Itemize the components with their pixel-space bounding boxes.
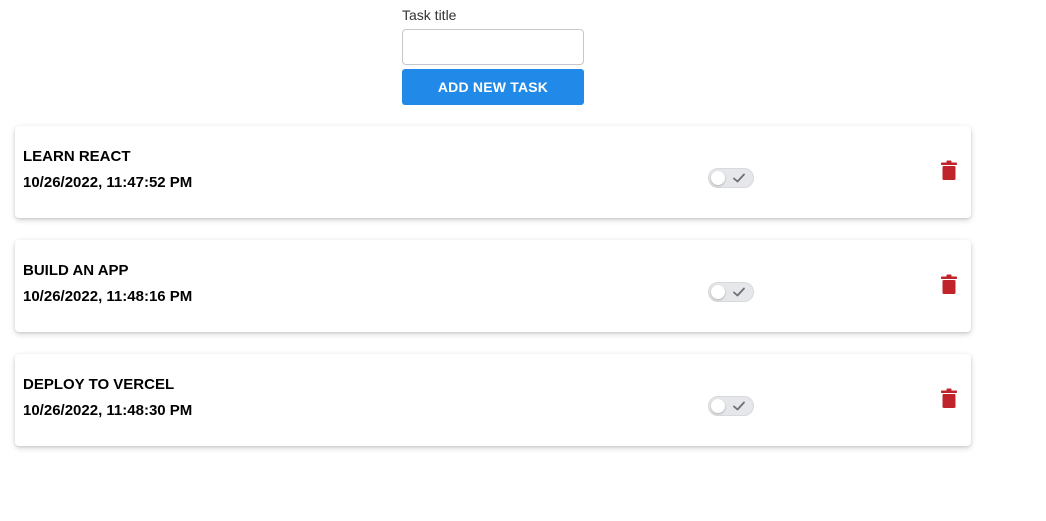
- task-title: BUILD AN APP: [23, 262, 129, 279]
- trash-icon[interactable]: [941, 274, 957, 294]
- complete-toggle[interactable]: [708, 396, 754, 416]
- trash-icon[interactable]: [941, 160, 957, 180]
- task-card: BUILD AN APP 10/26/2022, 11:48:16 PM: [15, 240, 971, 332]
- task-title-label: Task title: [402, 7, 457, 23]
- complete-toggle[interactable]: [708, 168, 754, 188]
- task-date: 10/26/2022, 11:47:52 PM: [23, 174, 193, 191]
- task-card: LEARN REACT 10/26/2022, 11:47:52 PM: [15, 126, 971, 218]
- check-icon: [733, 401, 745, 411]
- check-icon: [733, 173, 745, 183]
- task-list: LEARN REACT 10/26/2022, 11:47:52 PM BUIL…: [15, 126, 971, 468]
- trash-icon[interactable]: [941, 388, 957, 408]
- task-title: DEPLOY TO VERCEL: [23, 376, 175, 393]
- task-title: LEARN REACT: [23, 148, 131, 165]
- add-new-task-button[interactable]: ADD NEW TASK: [402, 69, 584, 105]
- check-icon: [733, 287, 745, 297]
- task-date: 10/26/2022, 11:48:16 PM: [23, 288, 193, 305]
- toggle-knob: [711, 399, 725, 413]
- task-title-input[interactable]: [402, 29, 584, 65]
- task-date: 10/26/2022, 11:48:30 PM: [23, 402, 193, 419]
- toggle-knob: [711, 285, 725, 299]
- toggle-knob: [711, 171, 725, 185]
- task-card: DEPLOY TO VERCEL 10/26/2022, 11:48:30 PM: [15, 354, 971, 446]
- complete-toggle[interactable]: [708, 282, 754, 302]
